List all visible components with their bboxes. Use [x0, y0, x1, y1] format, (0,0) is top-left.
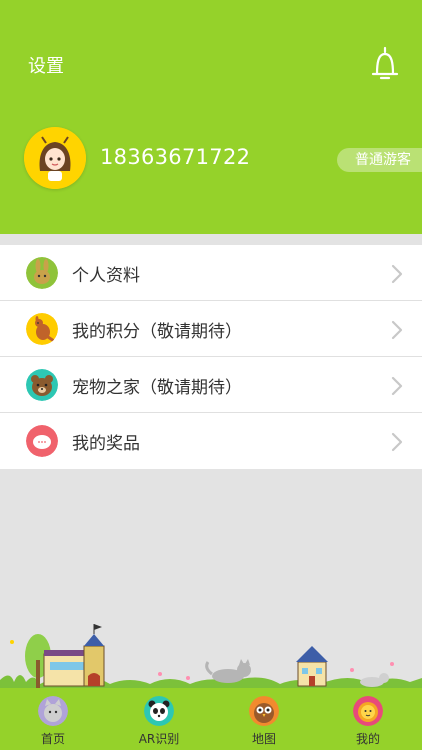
user-type-badge: 普通游客	[337, 148, 422, 172]
panda-icon	[144, 696, 174, 726]
user-avatar[interactable]	[24, 127, 86, 189]
tab-label: 首页	[40, 732, 65, 746]
profile-header: 设置 18363671722 普通游客	[0, 0, 422, 234]
decorative-scene	[0, 624, 422, 692]
rabbit-icon	[26, 257, 58, 289]
bear-icon	[26, 369, 58, 401]
tab-label: AR识别	[138, 732, 180, 746]
tab-ar[interactable]: AR识别	[119, 688, 199, 750]
gift-icon	[26, 425, 58, 457]
tab-home[interactable]: 首页	[13, 688, 93, 750]
chevron-right-icon	[391, 320, 403, 340]
profile-menu: 个人资料 我的积分（敬请期待） 宠物之家（敬请期待） 我的奖品	[0, 245, 422, 469]
owl-icon	[249, 696, 279, 726]
tab-label: 我的	[355, 732, 380, 746]
menu-item-points[interactable]: 我的积分（敬请期待）	[0, 301, 422, 357]
menu-item-pet-home[interactable]: 宠物之家（敬请期待）	[0, 357, 422, 413]
menu-item-label: 我的积分（敬请期待）	[72, 322, 242, 342]
chevron-right-icon	[391, 264, 403, 284]
bell-icon[interactable]	[370, 46, 400, 82]
tab-map[interactable]: 地图	[224, 688, 304, 750]
menu-item-label: 我的奖品	[72, 434, 140, 454]
kangaroo-icon	[26, 313, 58, 345]
tab-label: 地图	[251, 732, 276, 746]
chevron-right-icon	[391, 376, 403, 396]
menu-item-label: 宠物之家（敬请期待）	[72, 378, 242, 398]
tab-mine[interactable]: 我的	[328, 688, 408, 750]
lion-icon	[353, 696, 383, 726]
menu-item-prizes[interactable]: 我的奖品	[0, 413, 422, 469]
bottom-tab-bar: 首页 AR识别 地图 我的	[0, 688, 422, 750]
settings-title[interactable]: 设置	[28, 52, 64, 78]
cat-icon	[38, 696, 68, 726]
chevron-right-icon	[391, 432, 403, 452]
menu-item-profile[interactable]: 个人资料	[0, 245, 422, 301]
user-phone: 18363671722	[100, 145, 251, 169]
menu-item-label: 个人资料	[72, 266, 140, 286]
